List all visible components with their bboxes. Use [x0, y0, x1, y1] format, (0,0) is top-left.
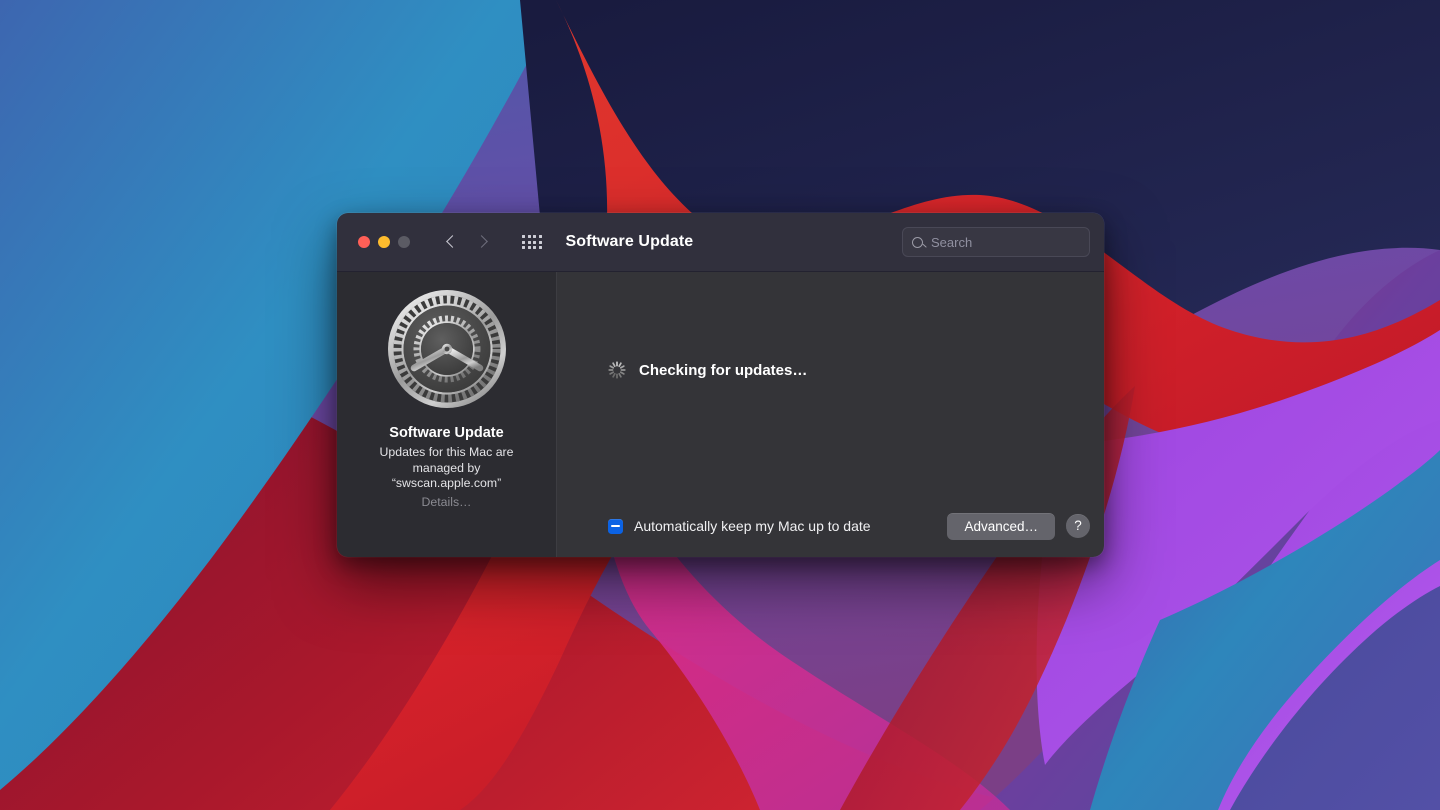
- help-button[interactable]: ?: [1066, 514, 1090, 538]
- minimize-button-icon[interactable]: [378, 236, 390, 248]
- content-pane: Checking for updates… Automatically keep…: [557, 272, 1104, 557]
- chevron-right-icon[interactable]: [475, 235, 489, 249]
- window-body: Software Update Updates for this Mac are…: [337, 272, 1104, 557]
- sidebar-description: Updates for this Mac are managed by “sws…: [379, 445, 514, 490]
- auto-update-label: Automatically keep my Mac up to date: [634, 518, 871, 534]
- window-titlebar: Software Update: [337, 213, 1104, 272]
- system-preferences-gear-icon: [385, 287, 509, 411]
- auto-update-checkbox[interactable]: [608, 518, 623, 534]
- search-field[interactable]: [902, 227, 1090, 257]
- advanced-button[interactable]: Advanced…: [947, 512, 1055, 540]
- grid-apps-icon[interactable]: [522, 235, 542, 249]
- zoom-button-icon[interactable]: [398, 236, 410, 248]
- page-title: Software Update: [565, 233, 694, 250]
- loading-spinner-icon: [607, 360, 627, 380]
- search-icon: [912, 236, 923, 248]
- close-button-icon[interactable]: [358, 236, 370, 248]
- navigation-buttons: [445, 235, 489, 249]
- search-input[interactable]: [931, 234, 1081, 250]
- sidebar: Software Update Updates for this Mac are…: [337, 272, 557, 557]
- status-text: Checking for updates…: [639, 361, 808, 379]
- chevron-left-icon[interactable]: [445, 235, 459, 249]
- details-link[interactable]: Details…: [422, 495, 472, 509]
- software-update-window: Software Update Search Software Update U…: [337, 213, 1104, 557]
- footer-row: Automatically keep my Mac up to date Adv…: [557, 495, 1104, 557]
- status-row: Checking for updates…: [607, 360, 807, 380]
- sidebar-title: Software Update: [389, 425, 504, 441]
- traffic-lights: [358, 236, 410, 248]
- footer-buttons: Advanced… ?: [947, 512, 1090, 540]
